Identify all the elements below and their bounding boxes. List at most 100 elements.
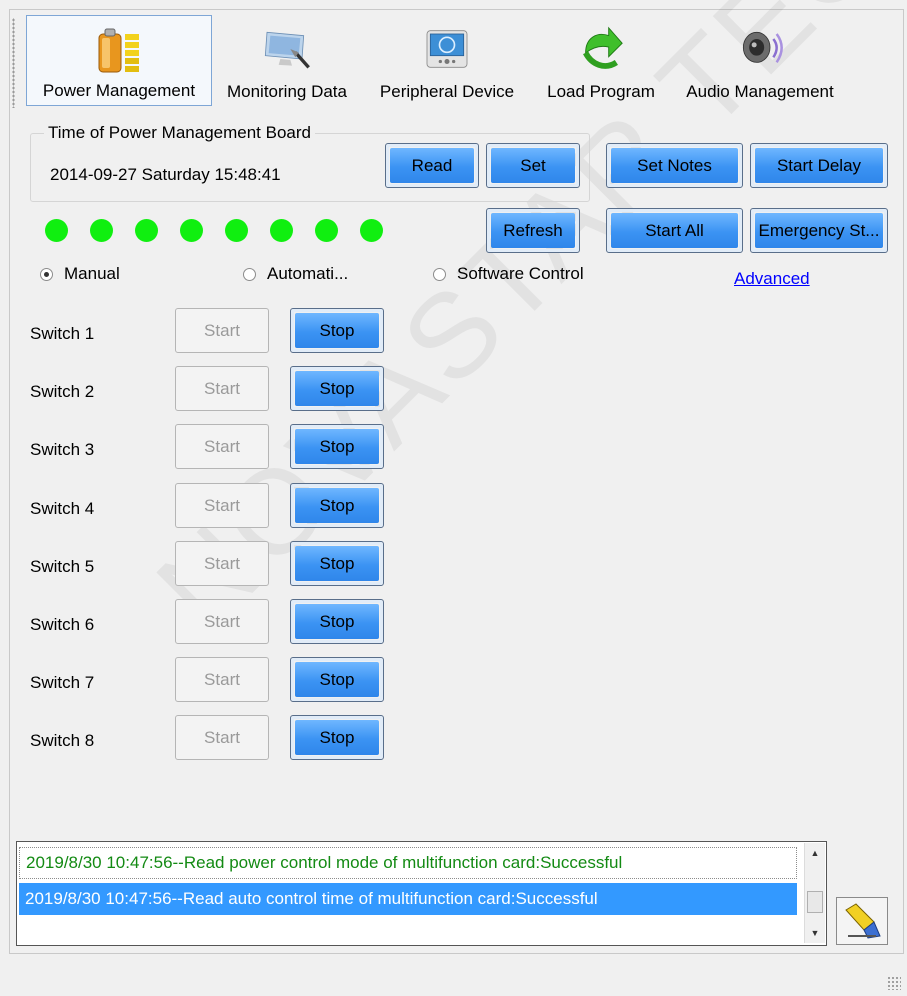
stop-label: Stop	[319, 669, 355, 689]
switch-label: Switch 4	[30, 499, 95, 518]
switch-start-button[interactable]: Start	[175, 366, 269, 411]
tab-power-management[interactable]: Power Management	[26, 15, 212, 106]
tab-peripheral-device[interactable]: Peripheral Device	[364, 15, 530, 106]
start-label: Start	[204, 669, 240, 689]
switch-start-button[interactable]: Start	[175, 308, 269, 353]
start-all-button[interactable]: Start All	[606, 208, 743, 253]
switch-label: Switch 8	[30, 731, 95, 750]
board-time-value: 2014-09-27 Saturday 15:48:41	[50, 165, 281, 184]
log-entry-selected[interactable]: 2019/8/30 10:47:56--Read auto control ti…	[19, 883, 797, 915]
read-button[interactable]: Read	[385, 143, 479, 188]
switch-stop-button[interactable]: Stop	[290, 599, 384, 644]
start-label: Start	[204, 553, 240, 573]
radio-unselected-icon	[433, 267, 446, 281]
toolbar-grip[interactable]	[12, 18, 15, 108]
switch-stop-button[interactable]: Stop	[290, 483, 384, 528]
radio-selected-icon	[40, 267, 53, 281]
switch-label: Switch 3	[30, 440, 95, 459]
radio-unselected-icon	[243, 267, 256, 281]
start-all-label: Start All	[645, 220, 704, 240]
start-delay-label: Start Delay	[776, 155, 862, 175]
status-led-3	[135, 219, 158, 242]
switch-label: Switch 7	[30, 673, 95, 692]
board-time-group-title: Time of Power Management Board	[44, 123, 315, 143]
switch-start-button[interactable]: Start	[175, 657, 269, 702]
battery-icon	[94, 22, 144, 78]
scroll-thumb[interactable]	[807, 891, 823, 913]
stop-label: Stop	[319, 378, 355, 398]
switch-stop-button[interactable]: Stop	[290, 715, 384, 760]
broom-icon	[845, 903, 881, 939]
switch-stop-button[interactable]: Stop	[290, 308, 384, 353]
switch-start-button[interactable]: Start	[175, 599, 269, 644]
log-scrollbar[interactable]: ▲ ▼	[804, 843, 825, 943]
mode-manual-radio[interactable]: Manual	[40, 264, 120, 284]
start-label: Start	[204, 320, 240, 340]
switch-start-button[interactable]: Start	[175, 483, 269, 528]
status-led-1	[45, 219, 68, 242]
refresh-label: Refresh	[503, 220, 563, 240]
read-button-label: Read	[411, 155, 453, 175]
scroll-up-icon[interactable]: ▲	[805, 843, 825, 863]
stop-label: Stop	[319, 495, 355, 515]
stop-label: Stop	[319, 727, 355, 747]
mode-automatic-label: Automati...	[267, 264, 349, 283]
status-led-4	[180, 219, 203, 242]
start-label: Start	[204, 436, 240, 456]
start-label: Start	[204, 611, 240, 631]
mode-software-control-label: Software Control	[457, 264, 584, 283]
scroll-down-icon[interactable]: ▼	[805, 923, 825, 943]
switch-stop-button[interactable]: Stop	[290, 541, 384, 586]
speaker-icon	[735, 21, 785, 77]
stop-label: Stop	[319, 436, 355, 456]
tab-label: Monitoring Data	[226, 82, 347, 101]
start-label: Start	[204, 495, 240, 515]
mode-automatic-radio[interactable]: Automati...	[243, 264, 348, 284]
advanced-link[interactable]: Advanced	[734, 269, 810, 289]
tab-label: Power Management	[42, 81, 196, 100]
set-button-label: Set	[520, 155, 546, 175]
start-label: Start	[204, 378, 240, 398]
tab-label: Peripheral Device	[379, 82, 515, 101]
status-led-5	[225, 219, 248, 242]
monitor-icon	[262, 21, 312, 77]
tab-load-program[interactable]: Load Program	[534, 15, 668, 106]
stop-label: Stop	[319, 320, 355, 340]
emergency-stop-button[interactable]: Emergency St...	[750, 208, 888, 253]
emergency-stop-label: Emergency St...	[758, 220, 880, 240]
refresh-button[interactable]: Refresh	[486, 208, 580, 253]
log-list[interactable]: 2019/8/30 10:47:56--Read power control m…	[16, 841, 827, 946]
switch-start-button[interactable]: Start	[175, 424, 269, 469]
tab-label: Audio Management	[686, 82, 834, 101]
switch-start-button[interactable]: Start	[175, 541, 269, 586]
device-icon	[422, 21, 472, 77]
switch-label: Switch 6	[30, 615, 95, 634]
switch-stop-button[interactable]: Stop	[290, 657, 384, 702]
set-notes-label: Set Notes	[637, 155, 712, 175]
switch-label: Switch 2	[30, 382, 95, 401]
switch-label: Switch 1	[30, 324, 95, 343]
resize-grip-icon[interactable]	[887, 976, 901, 990]
tab-audio-management[interactable]: Audio Management	[672, 15, 848, 106]
status-led-8	[360, 219, 383, 242]
tab-label: Load Program	[547, 82, 655, 101]
start-delay-button[interactable]: Start Delay	[750, 143, 888, 188]
set-notes-button[interactable]: Set Notes	[606, 143, 743, 188]
log-entry[interactable]: 2019/8/30 10:47:56--Read power control m…	[19, 847, 797, 879]
switch-stop-button[interactable]: Stop	[290, 424, 384, 469]
switch-stop-button[interactable]: Stop	[290, 366, 384, 411]
switch-start-button[interactable]: Start	[175, 715, 269, 760]
status-led-2	[90, 219, 113, 242]
start-label: Start	[204, 727, 240, 747]
clear-log-button[interactable]	[836, 897, 888, 945]
mode-software-control-radio[interactable]: Software Control	[433, 264, 584, 284]
mode-manual-label: Manual	[64, 264, 120, 283]
tab-monitoring-data[interactable]: Monitoring Data	[214, 15, 360, 106]
stop-label: Stop	[319, 553, 355, 573]
switch-label: Switch 5	[30, 557, 95, 576]
status-led-7	[315, 219, 338, 242]
status-led-6	[270, 219, 293, 242]
stop-label: Stop	[319, 611, 355, 631]
load-arrow-icon	[576, 21, 626, 77]
set-button[interactable]: Set	[486, 143, 580, 188]
